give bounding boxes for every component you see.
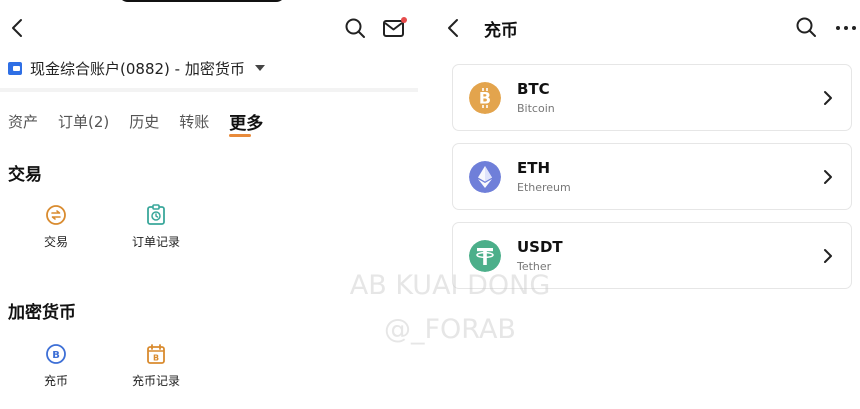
coin-card-btc[interactable]: B BTC Bitcoin bbox=[452, 64, 852, 131]
coin-name: Bitcoin bbox=[517, 102, 555, 115]
deposit-label: 充币 bbox=[43, 374, 68, 388]
dropdown-caret-icon bbox=[254, 65, 265, 71]
deposit-button[interactable]: B 充币 bbox=[16, 342, 96, 389]
tab-assets[interactable]: 资产 bbox=[8, 111, 38, 134]
section-title-crypto: 加密货币 bbox=[8, 303, 76, 323]
order-record-button[interactable]: 订单记录 bbox=[116, 203, 196, 250]
tab-orders[interactable]: 订单(2) bbox=[58, 111, 109, 134]
ethereum-icon bbox=[469, 161, 501, 193]
left-panel: 现金综合账户(0882) - 加密货币 资产 订单(2) 历史 转账 更多 交易… bbox=[0, 0, 418, 409]
coin-symbol: BTC bbox=[517, 80, 550, 98]
chevron-right-icon bbox=[824, 249, 832, 263]
svg-text:B: B bbox=[52, 350, 60, 361]
tab-more[interactable]: 更多 bbox=[229, 109, 263, 137]
search-icon[interactable] bbox=[343, 16, 367, 40]
section-title-trade: 交易 bbox=[8, 165, 42, 185]
deposit-record-icon: B bbox=[147, 344, 165, 364]
tab-transfer[interactable]: 转账 bbox=[179, 111, 209, 134]
back-arrow-icon[interactable] bbox=[442, 16, 466, 40]
deposit-icon: B bbox=[46, 344, 66, 364]
deposit-record-label: 充币记录 bbox=[131, 374, 180, 388]
chevron-right-icon bbox=[824, 91, 832, 105]
trade-icon bbox=[46, 205, 66, 225]
chevron-right-icon bbox=[824, 170, 832, 184]
trade-label: 交易 bbox=[43, 235, 68, 249]
left-header bbox=[0, 10, 418, 46]
order-record-icon bbox=[147, 204, 165, 225]
page-title: 充币 bbox=[484, 21, 518, 41]
svg-text:B: B bbox=[153, 354, 159, 363]
more-options-icon[interactable] bbox=[834, 16, 858, 40]
divider bbox=[0, 88, 418, 92]
deposit-record-button[interactable]: B 充币记录 bbox=[116, 342, 196, 389]
bitcoin-icon: B bbox=[469, 82, 501, 114]
account-label: 现金综合账户(0882) - 加密货币 bbox=[30, 59, 245, 78]
tab-history[interactable]: 历史 bbox=[129, 111, 159, 134]
device-notch bbox=[118, 0, 286, 2]
coin-symbol: USDT bbox=[517, 238, 563, 256]
account-icon bbox=[8, 61, 22, 75]
back-arrow-icon[interactable] bbox=[6, 16, 30, 40]
account-selector[interactable]: 现金综合账户(0882) - 加密货币 bbox=[8, 56, 265, 80]
coin-symbol: ETH bbox=[517, 159, 551, 177]
trade-button[interactable]: 交易 bbox=[16, 203, 96, 250]
order-record-label: 订单记录 bbox=[131, 235, 180, 249]
notification-dot bbox=[401, 17, 407, 23]
search-icon[interactable] bbox=[794, 15, 818, 39]
mail-icon[interactable] bbox=[382, 16, 408, 40]
right-panel: 充币 B BTC Bitcoin ETH Ethereum USDT Tethe… bbox=[432, 0, 860, 409]
svg-text:B: B bbox=[479, 89, 491, 108]
coin-card-usdt[interactable]: USDT Tether bbox=[452, 222, 852, 289]
coin-name: Ethereum bbox=[517, 181, 571, 194]
coin-card-eth[interactable]: ETH Ethereum bbox=[452, 143, 852, 210]
tether-icon bbox=[469, 240, 501, 272]
coin-name: Tether bbox=[517, 260, 552, 273]
tab-bar: 资产 订单(2) 历史 转账 更多 bbox=[8, 109, 283, 137]
